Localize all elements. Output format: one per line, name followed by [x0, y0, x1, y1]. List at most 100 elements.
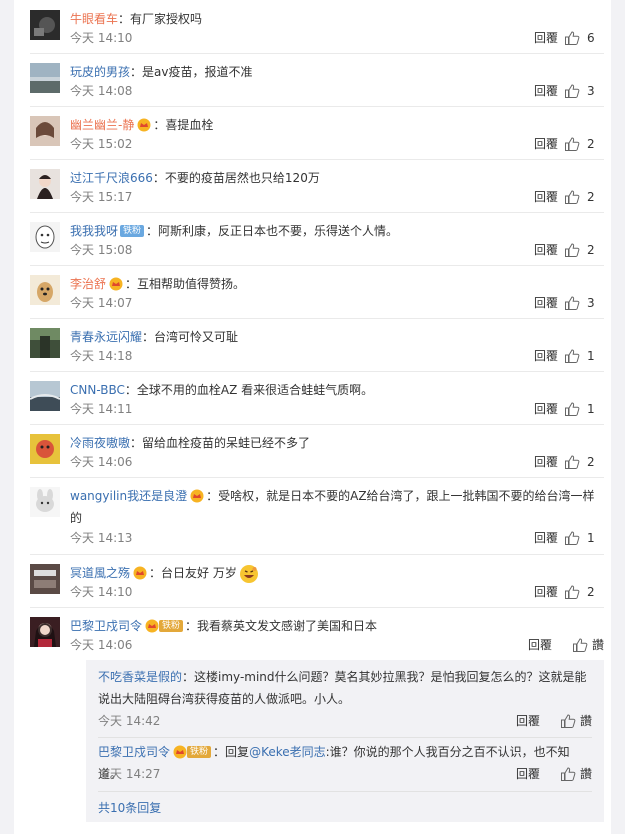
like-button[interactable]: 2	[564, 240, 604, 260]
reply-button[interactable]: 回覆	[534, 293, 558, 313]
comment-text: 青春永远闪耀：台湾可怜又可耻	[70, 330, 239, 344]
username[interactable]: 冥道風之殇	[70, 566, 130, 580]
comment-meta: 今天 14:13 回覆 1	[70, 528, 604, 548]
sub-reply-meta: 今天 14:42 回覆 讚	[98, 711, 592, 731]
vip-crown-icon	[173, 745, 187, 758]
username[interactable]: 过江千尺浪666	[70, 171, 153, 185]
username[interactable]: 牛眼看车	[70, 12, 118, 26]
avatar[interactable]	[30, 381, 60, 411]
comment-meta: 今天 15:02 回覆 2	[70, 134, 604, 154]
like-button[interactable]: 1	[564, 399, 604, 419]
avatar[interactable]	[30, 10, 60, 40]
divider	[98, 737, 592, 738]
comment-meta: 今天 14:06 回覆 讚	[70, 635, 604, 655]
thumbs-up-icon	[565, 455, 580, 469]
username[interactable]: 玩皮的男孩	[70, 65, 130, 79]
timestamp: 今天 14:06	[70, 455, 133, 469]
username[interactable]: 巴黎卫戍司令	[70, 619, 142, 633]
comment-item: 牛眼看车：有厂家授权吗 今天 14:10 回覆 6	[30, 0, 604, 54]
avatar[interactable]	[30, 63, 60, 93]
thumbs-up-icon	[565, 84, 580, 98]
like-button[interactable]: 讚	[560, 764, 592, 784]
comment-item: CNN-BBC：全球不用的血栓AZ 看来很适合蛙蛙气质啊。 今天 14:11 回…	[30, 371, 604, 425]
like-button[interactable]: 讚	[560, 711, 592, 731]
comment-text: 冥道風之殇 ：台日友好 万岁	[70, 562, 604, 584]
reply-button[interactable]: 回覆	[534, 28, 558, 48]
avatar[interactable]	[30, 617, 60, 647]
like-count: 2	[587, 243, 595, 257]
username[interactable]: 我我我呀	[70, 224, 118, 238]
thumbs-up-icon	[565, 296, 580, 310]
avatar[interactable]	[30, 116, 60, 146]
like-count: 1	[587, 349, 595, 363]
like-button[interactable]: 6	[564, 28, 604, 48]
comment-meta: 今天 14:10 回覆 6	[70, 28, 604, 48]
username[interactable]: 冷雨夜嗷嗷	[70, 436, 130, 450]
mention-link[interactable]: @Keke老同志	[249, 745, 326, 759]
avatar[interactable]	[30, 169, 60, 199]
avatar[interactable]	[30, 487, 60, 517]
reply-button[interactable]: 回覆	[534, 134, 558, 154]
comment-text: wangyilin我还是良澄 ：受啥权，就是日本不要的AZ给台湾了，跟上一批韩国不…	[70, 489, 595, 525]
like-button[interactable]: 1	[564, 528, 604, 548]
timestamp: 今天 14:11	[70, 402, 133, 416]
comment-item: 我我我呀 铁粉 ：阿斯利康，反正日本也不要，乐得送个人情。 今天 15:08 回覆 …	[30, 212, 604, 266]
reply-button[interactable]: 回覆	[534, 346, 558, 366]
reply-button[interactable]: 回覆	[534, 240, 558, 260]
username[interactable]: 巴黎卫戍司令	[98, 745, 170, 759]
like-button[interactable]: 2	[564, 134, 604, 154]
reply-button[interactable]: 回覆	[534, 528, 558, 548]
username[interactable]: 不吃香菜是假的	[98, 670, 182, 684]
comment-item: 青春永远闪耀：台湾可怜又可耻 今天 14:18 回覆 1	[30, 318, 604, 372]
username[interactable]: 青春永远闪耀	[70, 330, 142, 344]
username[interactable]: 幽兰幽兰-静	[70, 118, 134, 132]
like-button[interactable]: 2	[564, 452, 604, 472]
timestamp: 今天 14:10	[70, 31, 133, 45]
username[interactable]: CNN-BBC	[70, 383, 125, 397]
reply-button[interactable]: 回覆	[534, 187, 558, 207]
like-button[interactable]: 3	[564, 293, 604, 313]
reply-button[interactable]: 回覆	[516, 711, 540, 731]
reply-button[interactable]: 回覆	[534, 452, 558, 472]
comment-meta: 今天 14:07 回覆 3	[70, 293, 604, 313]
reply-button[interactable]: 回覆	[534, 81, 558, 101]
timestamp: 今天 15:17	[70, 190, 133, 204]
comment-item: 幽兰幽兰-静 ：喜提血栓 今天 15:02 回覆 2	[30, 106, 604, 160]
like-button[interactable]: 3	[564, 81, 604, 101]
comment-item: 冥道風之殇 ：台日友好 万岁 今天 14:10 回覆 2	[30, 554, 604, 608]
vip-crown-icon	[137, 118, 151, 131]
avatar[interactable]	[30, 434, 60, 464]
timestamp: 今天 14:27	[98, 767, 161, 781]
reply-button[interactable]: 回覆	[534, 399, 558, 419]
like-button[interactable]: 讚	[572, 635, 604, 655]
comment-panel: 牛眼看车：有厂家授权吗 今天 14:10 回覆 6 玩皮的男孩：是av疫苗，报道…	[14, 0, 611, 834]
reply-button[interactable]: 回覆	[516, 764, 540, 784]
comment-item: 冷雨夜嗷嗷：留给血栓疫苗的呆蛙已经不多了 今天 14:06 回覆 2	[30, 424, 604, 478]
avatar[interactable]	[30, 328, 60, 358]
reply-button[interactable]: 回覆	[534, 582, 558, 602]
like-button[interactable]: 2	[564, 582, 604, 602]
like-label: 讚	[580, 714, 593, 728]
comment-item: 李治舒 ：互相帮助值得赞扬。 今天 14:07 回覆 3	[30, 265, 604, 319]
comment-meta: 今天 15:08 回覆 2	[70, 240, 604, 260]
timestamp: 今天 15:02	[70, 137, 133, 151]
comment-meta: 今天 14:11 回覆 1	[70, 399, 604, 419]
vip-crown-icon	[133, 566, 147, 579]
avatar[interactable]	[30, 222, 60, 252]
comment-meta: 今天 14:08 回覆 3	[70, 81, 604, 101]
thumbs-up-icon	[565, 349, 580, 363]
comment-text: 玩皮的男孩：是av疫苗，报道不准	[70, 65, 253, 79]
reply-button[interactable]: 回覆	[528, 635, 552, 655]
avatar[interactable]	[30, 564, 60, 594]
username[interactable]: wangyilin我还是良澄	[70, 489, 187, 503]
like-button[interactable]: 2	[564, 187, 604, 207]
like-label: 讚	[592, 638, 605, 652]
comment-meta: 今天 14:10 回覆 2	[70, 582, 604, 602]
username[interactable]: 李治舒	[70, 277, 106, 291]
thumbs-up-icon	[565, 137, 580, 151]
vip-crown-icon	[145, 619, 159, 632]
like-button[interactable]: 1	[564, 346, 604, 366]
more-replies-link[interactable]: 共10条回复	[98, 799, 161, 816]
avatar[interactable]	[30, 275, 60, 305]
comment-meta: 今天 14:18 回覆 1	[70, 346, 604, 366]
